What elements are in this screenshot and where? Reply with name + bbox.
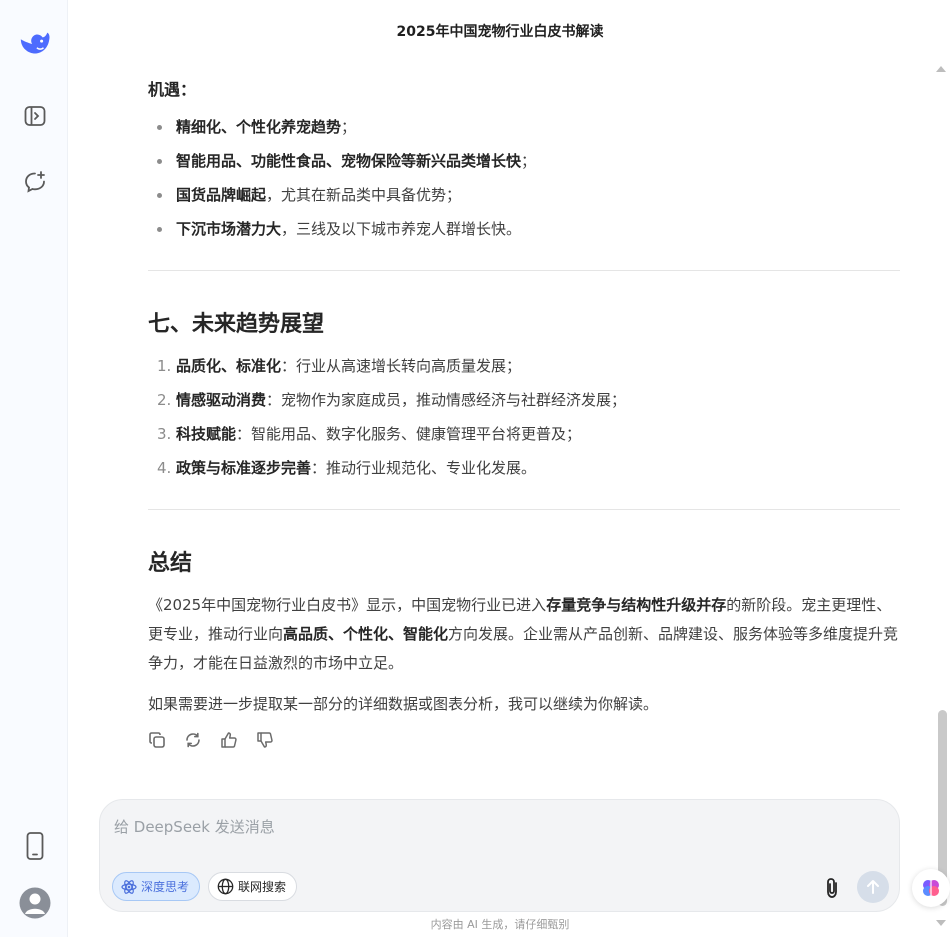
opportunities-heading: 机遇： [148,80,197,99]
opportunities-list: 精细化、个性化养宠趋势； 智能用品、功能性食品、宠物保险等新兴品类增长快； 国货… [148,110,536,246]
summary-heading: 总结 [148,551,193,576]
list-item: 3. 科技赋能：智能用品、数字化服务、健康管理平台将更普及； [157,425,582,443]
followup-paragraph: 如果需要进一步提取某一部分的详细数据或图表分析，我可以继续为你解读。 [148,695,659,713]
sidebar [0,0,68,937]
section-divider [148,509,900,510]
list-item: 国货品牌崛起，尤其在新品类中具备优势； [148,178,536,212]
globe-icon [217,878,234,895]
list-item: 4. 政策与标准逐步完善：推动行业规范化、专业化发展。 [157,459,537,477]
section-divider [148,270,900,271]
atom-icon [121,879,137,894]
web-search-button[interactable]: 联网搜索 [208,872,298,901]
app-window: 2025年中国宠物行业白皮书解读 机遇： 精细化、个性化养宠趋势； 智能用品、功… [0,0,950,937]
thumbs-down-icon[interactable] [256,731,274,749]
chat-title: 2025年中国宠物行业白皮书解读 [396,24,604,40]
copy-icon[interactable] [148,731,166,749]
scroll-down-arrow-icon[interactable] [936,920,946,926]
ai-disclaimer: 内容由 AI 生成，请仔细甄别 [430,918,570,931]
thumbs-up-icon[interactable] [220,731,238,749]
toggle-sidebar-icon[interactable] [18,99,52,133]
web-search-label: 联网搜索 [238,880,287,894]
list-item: 智能用品、功能性食品、宠物保险等新兴品类增长快； [148,144,536,178]
regenerate-icon[interactable] [184,731,202,749]
deep-think-button[interactable]: 深度思考 [112,872,201,901]
send-button[interactable] [857,871,889,903]
brain-icon [923,880,939,896]
trends-heading: 七、未来趋势展望 [148,312,325,337]
bullet-dot [157,193,162,198]
summary-paragraph: 《2025年中国宠物行业白皮书》显示，中国宠物行业已进入存量竞争与结构性升级并存… [148,596,899,672]
user-avatar-icon[interactable] [18,886,52,920]
trends-list: 1. 品质化、标准化：行业从高速增长转向高质量发展； 2. 情感驱动消费：宠物作为家… [148,349,626,485]
list-item: 精细化、个性化养宠趋势； [148,110,536,144]
chat-header: 2025年中国宠物行业白皮书解读 [68,0,932,62]
message-input[interactable]: 给 DeepSeek 发送消息 [114,816,275,837]
message-actions [148,731,274,749]
floating-assistant-button[interactable] [912,869,950,907]
list-item: 1. 品质化、标准化：行业从高速增长转向高质量发展； [157,357,522,375]
bullet-dot [157,125,162,130]
arrow-up-icon [867,880,879,894]
message-composer[interactable]: 给 DeepSeek 发送消息 深度思考 联网搜索 [99,799,900,912]
bullet-dot [157,159,162,164]
bullet-dot [157,227,162,232]
deepseek-logo-icon[interactable] [18,26,52,60]
mobile-app-icon[interactable] [18,829,52,863]
attach-file-icon[interactable] [818,874,846,902]
deep-think-label: 深度思考 [141,880,190,894]
scroll-up-arrow-icon[interactable] [936,66,946,72]
new-chat-icon[interactable] [18,165,52,199]
list-item: 2. 情感驱动消费：宠物作为家庭成员，推动情感经济与社群经济发展； [157,391,627,409]
list-item: 下沉市场潜力大，三线及以下城市养宠人群增长快。 [148,212,536,246]
